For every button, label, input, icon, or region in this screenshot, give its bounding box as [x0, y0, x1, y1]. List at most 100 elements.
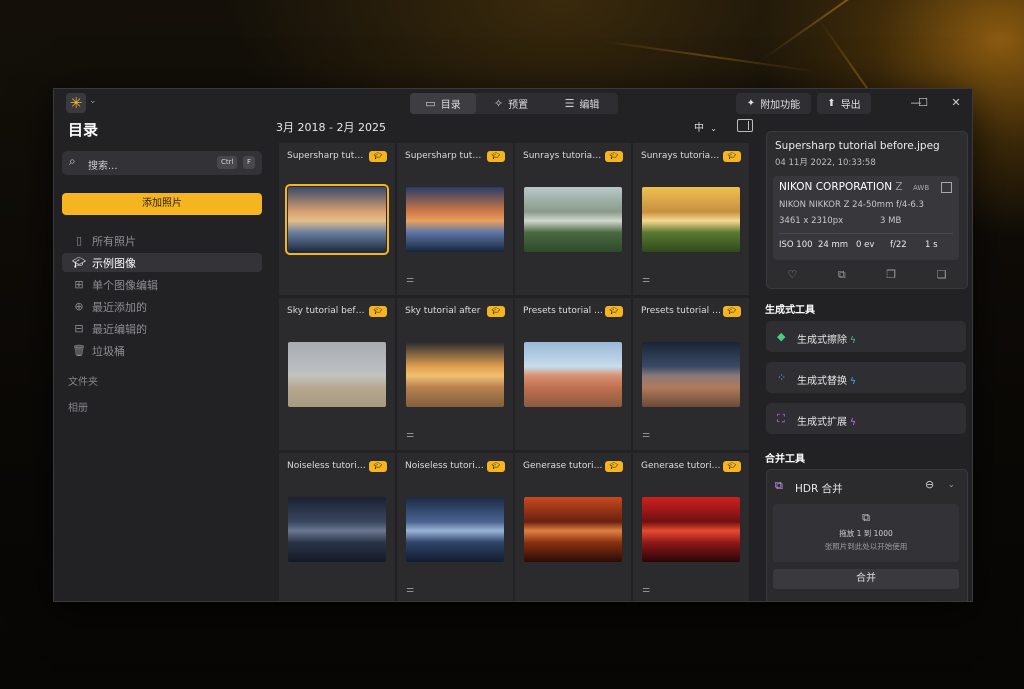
shortcut-key-f: F [243, 156, 256, 169]
addons-button[interactable]: ✦ 附加功能 [736, 93, 811, 114]
photo-card-title: Sky tutorial before.jpeg [287, 306, 367, 316]
trash-icon: 🗑︎ [72, 344, 86, 357]
images-icon: ⧉ [862, 511, 870, 524]
generative-erase-button[interactable]: ◆ 生成式擦除 ϟ [766, 321, 966, 352]
chevron-down-icon: ⌄ [710, 124, 717, 133]
tab-presets-label: 预置 [508, 100, 529, 111]
sidebar-section-albums[interactable]: 相册 [68, 399, 88, 414]
image-info-card: Supersharp tutorial before.jpeg 04 11月 2… [766, 131, 968, 289]
photo-card-title: Supersharp tutorial after.jpeg [405, 151, 485, 161]
sidebar-item-label: 单个图像编辑 [92, 278, 158, 292]
exif-dimensions: 3461 x 2310px [779, 216, 844, 226]
photo-thumbnail[interactable] [406, 187, 504, 252]
photo-card[interactable]: Presets tutorial before.jpeg🎓︎ [515, 298, 631, 450]
photo-thumbnail[interactable] [524, 187, 622, 252]
photo-thumbnail[interactable] [285, 184, 389, 255]
sidebar-section-folders[interactable]: 文件夹 [68, 373, 98, 388]
photo-thumbnail[interactable] [288, 342, 386, 407]
tab-catalog[interactable]: ▭ 目录 [410, 93, 476, 114]
photo-thumbnail[interactable] [642, 497, 740, 562]
photo-card[interactable]: Sky tutorial before.jpeg🎓︎ [279, 298, 395, 450]
thumbnail-size-value: 中 [694, 123, 704, 134]
tab-edit-label: 编辑 [579, 100, 600, 111]
sidebar: 目录 ⌕ 搜索... Ctrl F 添加照片 ▯ 所有照片 🎓︎ 示例图像 ⊞ … [54, 117, 272, 601]
expand-icon: ⛶ [777, 412, 785, 425]
drop-zone-line1: 拖放 1 到 1000 [839, 529, 893, 538]
sidebar-item-sample-images[interactable]: 🎓︎ 示例图像 [62, 253, 262, 272]
generative-tools-title: 生成式工具 [765, 305, 815, 316]
sidebar-item-all-photos[interactable]: ▯ 所有照片 [62, 231, 262, 250]
folder-icon: ▭ [425, 97, 436, 110]
generative-expand-label: 生成式扩展 [797, 417, 847, 428]
tutorial-badge-icon: 🎓︎ [369, 461, 387, 472]
photo-card[interactable]: Presets tutorial after.jpeg🎓︎ ⚌ [633, 298, 749, 450]
sidebar-item-label: 垃圾桶 [92, 344, 125, 358]
addons-label: 附加功能 [760, 100, 801, 111]
panel-toggle-icon[interactable] [737, 119, 753, 132]
heart-icon[interactable]: ♡ [787, 268, 797, 282]
generative-erase-label: 生成式擦除 [797, 335, 847, 346]
photo-card[interactable]: Sunrays tutorial before.jpeg🎓︎ [515, 143, 631, 295]
merge-tools-title: 合并工具 [765, 454, 805, 465]
add-photos-button[interactable]: 添加照片 [62, 193, 262, 215]
background-streak [759, 0, 1007, 62]
replace-icon: ⁘ [777, 371, 787, 384]
tab-edit[interactable]: ☰ 编辑 [546, 93, 618, 114]
exif-ev: 0 ev [856, 240, 875, 250]
info-filename: Supersharp tutorial before.jpeg [775, 140, 940, 152]
search-icon: ⌕ [69, 154, 76, 168]
bolt-icon: ϟ [850, 336, 856, 346]
drop-zone[interactable]: ⧉ 拖放 1 到 1000 张照片到此处以开始使用 [773, 504, 959, 562]
photo-card[interactable]: Generase tutorial before.jpeg🎓︎ [515, 453, 631, 601]
chevron-down-icon[interactable]: ⌄ [89, 96, 97, 106]
search-input[interactable]: ⌕ 搜索... Ctrl F [62, 151, 262, 175]
photo-card[interactable]: Noiseless tutorial after.jpeg🎓︎ ⚌ [397, 453, 513, 601]
sidebar-item-label: 示例图像 [92, 256, 136, 270]
photo-thumbnail[interactable] [288, 497, 386, 562]
copy-icon[interactable]: ❐ [886, 268, 896, 282]
photo-card[interactable]: Sky tutorial after 🎓︎ ⚌ [397, 298, 513, 450]
app-logo-icon[interactable]: ✳ [66, 93, 86, 113]
crop-icon [941, 182, 952, 193]
sidebar-item-recently-added[interactable]: ⊕ 最近添加的 [62, 297, 262, 316]
sidebar-item-single-edits[interactable]: ⊞ 单个图像编辑 [62, 275, 262, 294]
photo-card[interactable]: Noiseless tutorial before.jpeg🎓︎ [279, 453, 395, 601]
chevron-down-icon[interactable]: ⌄ [948, 480, 955, 489]
search-placeholder: 搜索... [88, 161, 118, 172]
photo-thumbnail[interactable] [406, 342, 504, 407]
photo-card[interactable]: Sunrays tutorial after.jpeg🎓︎ ⚌ [633, 143, 749, 295]
sidebar-item-trash[interactable]: 🗑︎ 垃圾桶 [62, 341, 262, 360]
maximize-icon[interactable]: ☐ [915, 95, 931, 111]
photo-card-title: Presets tutorial before.jpeg [523, 306, 603, 316]
merge-button[interactable]: 合并 [773, 569, 959, 589]
exif-camera: NIKON CORPORATION Z [779, 181, 903, 193]
photo-card-title: Sunrays tutorial after.jpeg [641, 151, 721, 161]
info-date: 04 11月 2022, 10:33:58 [775, 158, 876, 168]
close-icon[interactable]: ✕ [948, 95, 964, 111]
photo-thumbnail[interactable] [524, 342, 622, 407]
photo-card[interactable]: Generase tutorial after.jpeg🎓︎ ⚌ [633, 453, 749, 601]
exif-shutter: 1 s [925, 240, 938, 250]
tab-presets[interactable]: ✧ 预置 [476, 93, 546, 114]
recent-add-icon: ⊕ [74, 300, 84, 313]
photo-thumbnail[interactable] [406, 497, 504, 562]
photo-thumbnail[interactable] [524, 497, 622, 562]
generative-replace-button[interactable]: ⁘ 生成式替换 ϟ [766, 362, 966, 393]
tutorial-badge-icon: 🎓︎ [487, 151, 505, 162]
duplicate-icon[interactable]: ❏ [937, 268, 947, 282]
photo-thumbnail[interactable] [642, 342, 740, 407]
generative-expand-button[interactable]: ⛶ 生成式扩展 ϟ [766, 403, 966, 434]
exif-panel: NIKON CORPORATION Z AWB NIKON NIKKOR Z 2… [773, 176, 959, 260]
exif-focal: 24 mm [818, 240, 849, 250]
photo-card[interactable]: Supersharp tutorial before.jpeg🎓︎ [279, 143, 395, 295]
export-button[interactable]: ⬆ 导出 [817, 93, 871, 114]
thumbnail-size-select[interactable]: 中 ⌄ [694, 119, 717, 134]
more-icon[interactable]: ⊖ [925, 478, 934, 491]
sidebar-item-recently-edited[interactable]: ⊟ 最近编辑的 [62, 319, 262, 338]
background-streak [599, 40, 818, 73]
share-icon[interactable]: ⧉ [838, 268, 846, 282]
photo-card[interactable]: Supersharp tutorial after.jpeg🎓︎ ⚌ [397, 143, 513, 295]
sparkle-icon: ✦ [746, 98, 756, 109]
tutorial-badge-icon: 🎓︎ [369, 306, 387, 317]
photo-thumbnail[interactable] [642, 187, 740, 252]
